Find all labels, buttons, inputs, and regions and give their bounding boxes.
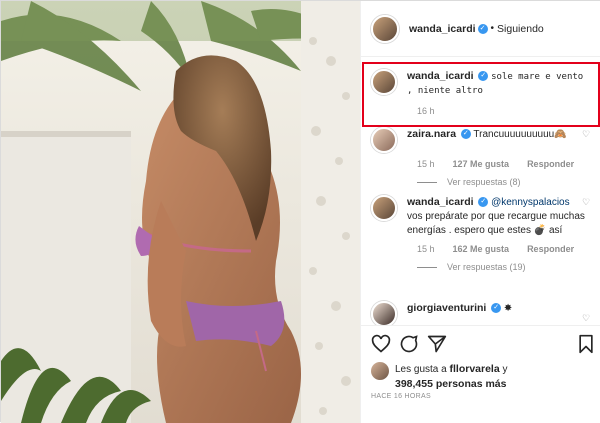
post-header: wanda_icardi ✓ • Siguiendo [361,1,600,57]
comment-time: 15 h [417,244,435,254]
comment-meta: 15 h 127 Me gusta Responder [417,159,596,169]
reply-button[interactable]: Responder [527,159,574,169]
replies-line [417,266,437,268]
likes-prefix: Les gusta a [395,364,447,375]
comment-username[interactable]: zaira.nara [407,128,456,140]
liker-avatar[interactable] [371,362,389,380]
comment-text-block: giorgiaventurini ✓ ✸ [407,301,587,325]
header-separator: • [490,23,495,34]
replies-line [417,181,437,183]
comment-zaira: zaira.nara ✓ Trancuuuuuuuuuu🙈 ♡ 15 h 127… [371,127,596,187]
comment-text: Trancuuuuuuuuuu🙈 [473,129,567,140]
comment-text: vos prepárate por que recargue muchas en… [407,211,585,236]
view-replies[interactable]: Ver respuestas (19) [417,262,596,272]
comment-avatar[interactable] [371,301,397,325]
caption-username[interactable]: wanda_icardi [407,70,474,82]
like-heart-icon[interactable]: ♡ [582,313,592,323]
post-photo[interactable] [1,1,360,423]
comment-meta: 15 h 162 Me gusta Responder [417,244,596,254]
comment-text: ✸ [503,303,513,314]
likes-count[interactable]: 398,455 personas más [395,378,507,390]
instagram-post: wanda_icardi ✓ • Siguiendo wanda_icardi … [0,0,600,423]
post-sidebar: wanda_icardi ✓ • Siguiendo wanda_icardi … [360,1,600,423]
comment-avatar[interactable] [371,195,397,221]
likes-text: Les gusta a fllorvarela y 398,455 person… [395,362,507,392]
view-replies[interactable]: Ver respuestas (8) [417,177,596,187]
like-heart-icon[interactable]: ♡ [582,197,592,207]
view-replies-label[interactable]: Ver respuestas (19) [447,262,526,272]
verified-badge-icon: ✓ [478,71,489,82]
comment-avatar[interactable] [371,127,397,153]
comment-giorgia: giorgiaventurini ✓ ✸ ♡ [371,301,596,325]
like-icon[interactable] [371,334,391,354]
save-bookmark-icon[interactable] [576,334,596,354]
caption-text-block: wanda_icardi ✓ sole mare e vento , nient… [407,69,587,98]
caption-time: 16 h [417,106,435,116]
caption-meta: 16 h [417,106,596,116]
likes-conj: y [502,364,508,375]
reply-button[interactable]: Responder [527,244,574,254]
caption: wanda_icardi ✓ sole mare e vento , nient… [371,69,596,116]
comment-mention[interactable]: @kennyspalacios [491,197,570,208]
verified-badge-icon: ✓ [477,23,488,34]
header-info: wanda_icardi ✓ • Siguiendo [409,23,544,35]
author-username[interactable]: wanda_icardi [409,23,476,35]
post-actions: Les gusta a fllorvarela y 398,455 person… [361,325,600,423]
verified-badge-icon: ✓ [460,129,471,140]
view-replies-label[interactable]: Ver respuestas (8) [447,177,521,187]
comment-likes[interactable]: 162 Me gusta [453,244,510,254]
action-icons [371,334,596,354]
verified-badge-icon: ✓ [491,303,502,314]
post-timestamp[interactable]: HACE 16 HORAS [371,393,431,400]
comment-likes[interactable]: 127 Me gusta [453,159,510,169]
caption-avatar[interactable] [371,69,397,95]
comment-username[interactable]: wanda_icardi [407,196,474,208]
liker-username[interactable]: fllorvarela [450,363,500,375]
like-heart-icon[interactable]: ♡ [582,129,592,139]
comment-username[interactable]: giorgiaventurini [407,302,486,314]
comment-time: 15 h [417,159,435,169]
following-button[interactable]: Siguiendo [497,23,544,35]
comment-text-block: zaira.nara ✓ Trancuuuuuuuuuu🙈 [407,127,587,153]
comment-wanda: wanda_icardi ✓ @kennyspalacios vos prepá… [371,195,596,272]
comment-text-block: wanda_icardi ✓ @kennyspalacios vos prepá… [407,195,587,238]
comments-list[interactable]: wanda_icardi ✓ sole mare e vento , nient… [361,57,600,325]
verified-badge-icon: ✓ [478,197,489,208]
comment-icon[interactable] [399,334,419,354]
author-avatar[interactable] [371,14,399,43]
likes-summary: Les gusta a fllorvarela y 398,455 person… [371,362,507,392]
share-icon[interactable] [427,334,447,354]
photo-image [1,1,360,423]
